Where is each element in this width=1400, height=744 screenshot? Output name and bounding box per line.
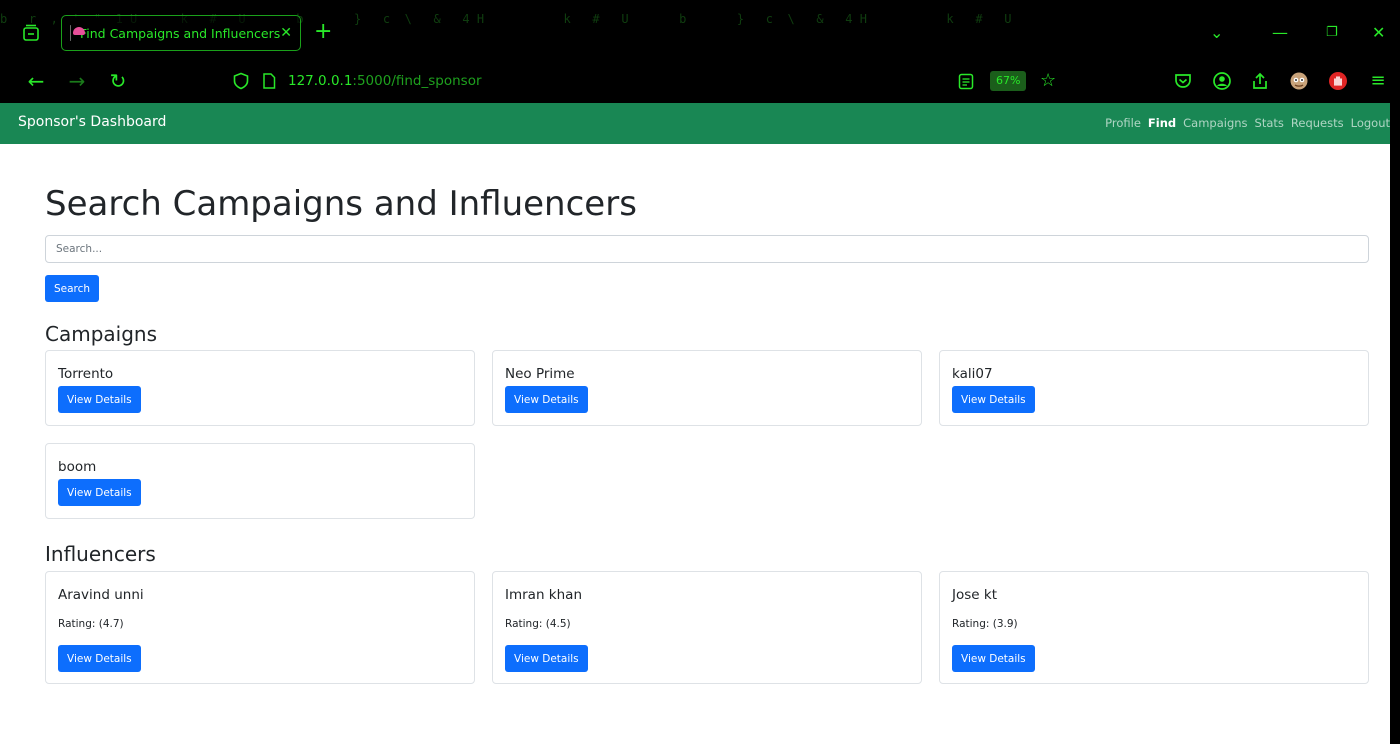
nav-find[interactable]: Find	[1148, 116, 1176, 130]
browser-navbar: ← → ↻ 127.0.0.1:5000/find_sponsor 67% ☆	[0, 60, 1400, 103]
new-tab-icon[interactable]: +	[314, 19, 332, 45]
tab-strip: Find Campaigns and Influencers ✕ + ⌄ — ❐…	[0, 10, 1400, 60]
back-arrow-icon[interactable]: ←	[24, 68, 48, 94]
reload-icon[interactable]: ↻	[106, 68, 130, 94]
view-details-button[interactable]: View Details	[58, 479, 141, 506]
brand-title[interactable]: Sponsor's Dashboard	[18, 114, 166, 130]
restore-window-icon[interactable]: ❐	[1326, 20, 1338, 46]
view-details-button[interactable]: View Details	[58, 386, 141, 413]
nav-stats[interactable]: Stats	[1255, 116, 1284, 130]
campaign-card: kali07 View Details	[939, 350, 1369, 426]
influencer-rating: Rating: (4.5)	[505, 618, 571, 630]
view-details-button[interactable]: View Details	[58, 645, 141, 672]
browser-chrome: b r , ' " 1 U k # U b } c \ & 4 H k # U …	[0, 0, 1400, 103]
browser-tab-active[interactable]: Find Campaigns and Influencers ✕	[61, 15, 301, 51]
nav-campaigns[interactable]: Campaigns	[1183, 116, 1247, 130]
app-nav: Profile Find Campaigns Stats Requests Lo…	[1105, 116, 1390, 130]
influencer-card: Aravind unni Rating: (4.7) View Details	[45, 571, 475, 684]
influencers-heading: Influencers	[45, 542, 156, 566]
extension-avatar-icon[interactable]	[1289, 71, 1309, 91]
nav-profile[interactable]: Profile	[1105, 116, 1141, 130]
reader-view-icon[interactable]	[958, 73, 974, 90]
site-favicon-icon	[70, 25, 85, 41]
url-text: 127.0.0.1:5000/find_sponsor	[288, 73, 482, 89]
influencer-rating: Rating: (4.7)	[58, 618, 124, 630]
campaign-name: Neo Prime	[505, 366, 575, 382]
influencer-card: Imran khan Rating: (4.5) View Details	[492, 571, 922, 684]
view-details-button[interactable]: View Details	[505, 645, 588, 672]
forward-arrow-icon[interactable]: →	[65, 68, 89, 94]
tab-title: Find Campaigns and Influencers	[79, 25, 281, 41]
tracking-shield-icon[interactable]	[232, 72, 250, 90]
search-input[interactable]	[45, 235, 1369, 263]
url-host: 127.0.0.1	[288, 73, 353, 89]
close-tab-icon[interactable]: ✕	[280, 25, 292, 41]
tab-list-icon[interactable]	[22, 24, 40, 42]
list-all-tabs-icon[interactable]: ⌄	[1210, 20, 1223, 46]
search-button[interactable]: Search	[45, 275, 100, 302]
campaign-name: kali07	[952, 366, 993, 382]
campaign-name: boom	[58, 459, 97, 475]
url-path: :5000/find_sponsor	[352, 73, 482, 89]
campaign-name: Torrento	[58, 366, 114, 382]
nav-logout[interactable]: Logout	[1351, 116, 1390, 130]
campaign-card: boom View Details	[45, 443, 475, 519]
campaign-card: Neo Prime View Details	[492, 350, 922, 426]
view-details-button[interactable]: View Details	[952, 386, 1035, 413]
influencer-rating: Rating: (3.9)	[952, 618, 1018, 630]
campaigns-heading: Campaigns	[45, 322, 158, 346]
window-edge	[1390, 103, 1400, 744]
share-icon[interactable]	[1250, 71, 1270, 91]
app-header: Sponsor's Dashboard Profile Find Campaig…	[0, 103, 1390, 144]
campaign-card: Torrento View Details	[45, 350, 475, 426]
influencer-name: Jose kt	[952, 587, 997, 603]
view-details-button[interactable]: View Details	[952, 645, 1035, 672]
close-window-icon[interactable]: ✕	[1372, 20, 1385, 46]
page-title: Search Campaigns and Influencers	[45, 184, 637, 224]
bookmark-star-icon[interactable]: ☆	[1040, 70, 1056, 92]
account-icon[interactable]	[1212, 71, 1232, 91]
view-details-button[interactable]: View Details	[505, 386, 588, 413]
minimize-window-icon[interactable]: —	[1272, 20, 1288, 46]
menu-hamburger-icon[interactable]: ≡	[1366, 68, 1390, 94]
nav-requests[interactable]: Requests	[1291, 116, 1344, 130]
influencer-name: Aravind unni	[58, 587, 144, 603]
pocket-icon[interactable]	[1173, 71, 1193, 91]
page-info-icon[interactable]	[262, 73, 276, 89]
influencer-name: Imran khan	[505, 587, 583, 603]
ublock-hand-icon[interactable]	[1328, 71, 1348, 91]
zoom-level-badge[interactable]: 67%	[990, 71, 1027, 91]
influencer-card: Jose kt Rating: (3.9) View Details	[939, 571, 1369, 684]
